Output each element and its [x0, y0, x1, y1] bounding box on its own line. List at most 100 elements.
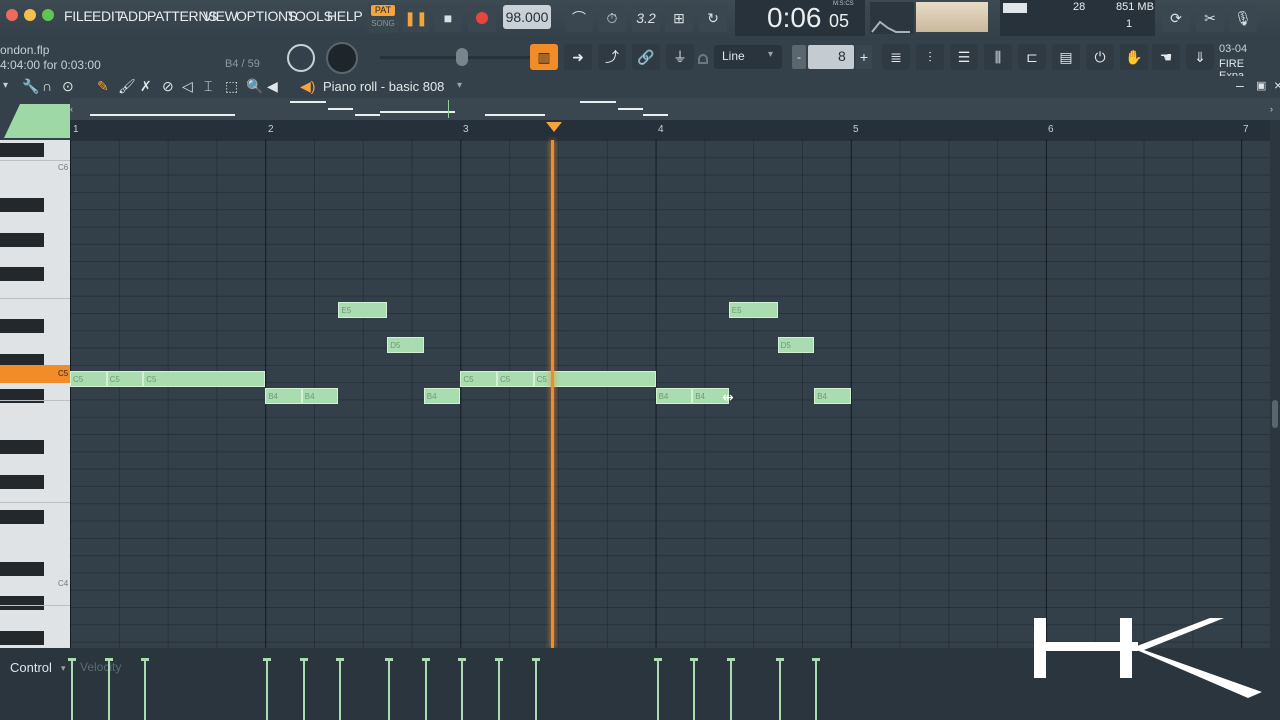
- piano-keyboard[interactable]: C6 C4 C5: [0, 140, 70, 648]
- step-value-field[interactable]: 8: [808, 45, 854, 69]
- loop-record-icon[interactable]: ↻: [699, 4, 727, 32]
- step-display[interactable]: 3.2: [632, 4, 660, 32]
- browser-tree-icon[interactable]: ⊏: [1018, 44, 1046, 70]
- black-key[interactable]: [0, 319, 44, 334]
- note-e5[interactable]: E5: [728, 302, 778, 318]
- mixer-icon[interactable]: ≣: [882, 44, 910, 70]
- download-icon[interactable]: ⇓: [1186, 44, 1214, 70]
- touch-controller-icon[interactable]: ✋: [1120, 44, 1148, 70]
- overview-scroll-right-icon[interactable]: ›: [1270, 98, 1280, 120]
- black-key[interactable]: [0, 596, 44, 611]
- velocity-bar[interactable]: [812, 658, 821, 720]
- close-window-button[interactable]: [6, 9, 18, 21]
- note-c5[interactable]: C5: [497, 371, 534, 387]
- note-b4[interactable]: B4: [814, 388, 851, 404]
- undo-history-icon[interactable]: ⟳: [1162, 4, 1190, 32]
- mute-tool-icon[interactable]: ⊘: [162, 78, 174, 95]
- vertical-scrollbar[interactable]: [1270, 120, 1280, 648]
- cut-tool-icon[interactable]: ✂: [1196, 4, 1224, 32]
- stamp-icon[interactable]: ⏚: [666, 44, 694, 70]
- note-d5[interactable]: D5: [387, 337, 424, 353]
- note-c5[interactable]: C5: [106, 371, 144, 387]
- note-c5[interactable]: C5: [70, 371, 107, 387]
- pattern-slider-handle[interactable]: [456, 48, 468, 66]
- wait-input-icon[interactable]: ⏱: [598, 4, 626, 32]
- link-icon[interactable]: 🔗: [632, 44, 660, 70]
- black-key[interactable]: [0, 475, 44, 490]
- record-options-icon[interactable]: ⊙: [62, 78, 74, 95]
- velocity-bar[interactable]: [775, 658, 784, 720]
- menu-file[interactable]: FILE: [64, 8, 93, 24]
- magnet-snap-icon[interactable]: ∩: [42, 78, 52, 94]
- active-key-c5[interactable]: C5: [0, 365, 70, 383]
- zoom-window-button[interactable]: [42, 9, 54, 21]
- master-pitch-knob[interactable]: [287, 44, 315, 72]
- black-key[interactable]: [0, 198, 44, 213]
- delete-tool-icon[interactable]: ✗: [140, 78, 152, 95]
- vertical-scroll-thumb[interactable]: [1272, 400, 1278, 428]
- tempo-display[interactable]: 98.000: [503, 5, 551, 29]
- step-sequencer-icon[interactable]: ⫶: [916, 44, 944, 70]
- piano-roll-view-icon[interactable]: ▥: [530, 44, 558, 70]
- project-file-icon[interactable]: ▤: [1052, 44, 1080, 70]
- pause-button[interactable]: ❚❚: [402, 4, 430, 32]
- record-button[interactable]: [468, 4, 496, 32]
- piano-roll-title[interactable]: Piano roll - basic 808: [323, 79, 444, 94]
- velocity-bar[interactable]: [68, 658, 76, 720]
- control-chevron-icon[interactable]: ▾: [61, 663, 66, 674]
- menu-add[interactable]: ADD: [119, 8, 148, 24]
- close-panel-icon[interactable]: ×: [1274, 77, 1280, 93]
- note-d5[interactable]: D5: [777, 337, 815, 353]
- step-increment-button[interactable]: +: [856, 45, 872, 69]
- black-key[interactable]: [0, 509, 44, 524]
- playlist-arrow-icon[interactable]: ➜: [564, 44, 592, 70]
- snap-select[interactable]: Line ▾: [714, 45, 782, 69]
- velocity-bar[interactable]: [104, 658, 113, 720]
- black-key[interactable]: [0, 232, 44, 247]
- pattern-slider-track[interactable]: [380, 56, 530, 59]
- playback-tool-icon[interactable]: ◀: [267, 78, 278, 95]
- velocity-bar[interactable]: [385, 658, 394, 720]
- minimize-window-button[interactable]: [24, 9, 36, 21]
- velocity-bar[interactable]: [299, 658, 308, 720]
- slip-tool-icon[interactable]: ◁: [182, 78, 193, 95]
- black-key[interactable]: [0, 630, 44, 645]
- black-key[interactable]: [0, 142, 44, 157]
- overview-scroll-left-icon[interactable]: ‹: [70, 98, 80, 120]
- control-label[interactable]: Control: [10, 660, 52, 675]
- menu-help[interactable]: HELP: [327, 8, 363, 24]
- black-key[interactable]: [0, 561, 44, 576]
- velocity-bar[interactable]: [690, 658, 699, 720]
- master-volume-knob[interactable]: [326, 42, 358, 74]
- note-c5[interactable]: C5: [143, 371, 266, 387]
- note-b4[interactable]: B4: [423, 388, 461, 404]
- stop-button[interactable]: ■: [434, 4, 462, 32]
- step-decrement-button[interactable]: -: [792, 45, 806, 69]
- pat-song-switch[interactable]: PAT SONG: [367, 3, 399, 33]
- channel-rack-icon[interactable]: ☰: [950, 44, 978, 70]
- velocity-bar[interactable]: [495, 658, 503, 720]
- velocity-bar[interactable]: [726, 658, 735, 720]
- note-e5[interactable]: E5: [338, 302, 388, 318]
- velocity-bar[interactable]: [421, 658, 430, 720]
- hand-icon[interactable]: ☚: [1152, 44, 1180, 70]
- velocity-bar[interactable]: [531, 658, 540, 720]
- paint-brush-icon[interactable]: 🖌: [118, 78, 136, 95]
- black-key[interactable]: [0, 267, 44, 282]
- title-chevron-icon[interactable]: ▾: [457, 80, 462, 91]
- menu-view[interactable]: VIEW: [203, 8, 238, 24]
- pattern-overview-bar[interactable]: ‹ ›: [70, 98, 1280, 120]
- wrench-icon[interactable]: 🔧: [22, 78, 39, 95]
- speaker-icon[interactable]: ◀): [300, 78, 315, 95]
- plugin-picker-icon[interactable]: ⏻: [1086, 44, 1114, 70]
- black-key[interactable]: [0, 440, 44, 455]
- timeline-ruler[interactable]: 1 2 3 4 5 6 7: [70, 120, 1270, 140]
- typing-keyboard-icon[interactable]: ⊞: [665, 4, 693, 32]
- menu-tools[interactable]: TOOLS: [287, 8, 333, 24]
- maximize-panel-icon[interactable]: ▣: [1256, 79, 1266, 92]
- metronome-icon[interactable]: ⌒: [565, 4, 593, 32]
- velocity-bar[interactable]: [653, 658, 662, 720]
- minimize-panel-icon[interactable]: –: [1236, 77, 1244, 93]
- magnet-icon[interactable]: [698, 54, 708, 64]
- playhead-marker[interactable]: [546, 122, 562, 132]
